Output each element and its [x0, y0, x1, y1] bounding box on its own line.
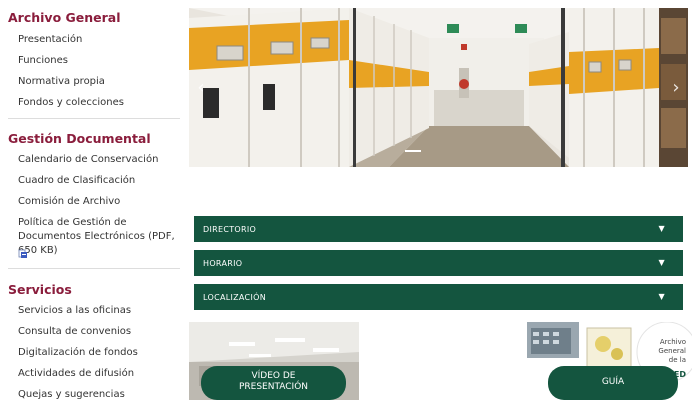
hero-carousel[interactable]: ‹ › — [189, 8, 688, 167]
sidebar-item-presentacion[interactable]: Presentación — [18, 33, 82, 47]
guide-button-label: GUÍA — [601, 376, 625, 387]
accordion-label: HORARIO — [203, 259, 243, 268]
section-title-gestion-documental[interactable]: Gestión Documental — [8, 131, 151, 146]
archive-logo-text: Archivo General de la — [658, 338, 686, 365]
caret-down-icon: ▼ — [658, 292, 665, 301]
section-title-servicios[interactable]: Servicios — [8, 282, 72, 297]
sidebar-item-actividades-difusion[interactable]: Actividades de difusión — [18, 367, 134, 381]
sidebar-item-politica-gestion-documentos[interactable]: Política de Gestión de Documentos Electr… — [18, 216, 178, 258]
pdf-file-icon[interactable] — [18, 249, 28, 259]
sidebar-item-fondos-colecciones[interactable]: Fondos y colecciones — [18, 96, 124, 110]
sidebar-item-servicios-oficinas[interactable]: Servicios a las oficinas — [18, 304, 131, 318]
video-presentation-button[interactable]: VÍDEO DE PRESENTACIÓN — [201, 366, 346, 400]
sidebar-item-cuadro-clasificacion[interactable]: Cuadro de Clasificación — [18, 174, 135, 188]
logo-line: Archivo — [659, 338, 686, 346]
carousel-prev-arrow[interactable]: ‹ — [193, 78, 209, 98]
accordion-directorio[interactable]: DIRECTORIO ▼ — [194, 216, 683, 242]
sidebar-divider — [8, 118, 180, 119]
sidebar-item-consulta-convenios[interactable]: Consulta de convenios — [18, 325, 131, 339]
caret-down-icon: ▼ — [658, 258, 665, 267]
carousel-next-arrow[interactable]: › — [668, 78, 684, 98]
logo-line: General — [658, 347, 686, 355]
caret-down-icon: ▼ — [658, 224, 665, 233]
video-button-label-line1: VÍDEO DE — [251, 371, 296, 381]
sidebar-item-normativa-propia[interactable]: Normativa propia — [18, 75, 105, 89]
sidebar: Archivo General Presentación Funciones N… — [0, 0, 182, 400]
archive-shelves-photo — [189, 8, 688, 167]
accordion-label: LOCALIZACIÓN — [203, 293, 266, 302]
accordion-horario[interactable]: HORARIO ▼ — [194, 250, 683, 276]
carousel-indicator[interactable] — [405, 150, 421, 152]
sidebar-item-digitalizacion-fondos[interactable]: Digitalización de fondos — [18, 346, 138, 360]
accordion-label: DIRECTORIO — [203, 225, 257, 234]
sidebar-divider — [8, 268, 180, 269]
sidebar-item-calendario-conservacion[interactable]: Calendario de Conservación — [18, 153, 158, 167]
sidebar-item-funciones[interactable]: Funciones — [18, 54, 68, 68]
section-title-archivo-general[interactable]: Archivo General — [8, 10, 121, 25]
sidebar-item-comision-archivo[interactable]: Comisión de Archivo — [18, 195, 120, 209]
guide-button[interactable]: GUÍA — [548, 366, 678, 400]
sidebar-item-quejas-sugerencias[interactable]: Quejas y sugerencias — [18, 388, 125, 400]
accordion-localizacion[interactable]: LOCALIZACIÓN ▼ — [194, 284, 683, 310]
video-button-label-line2: PRESENTACIÓN — [238, 382, 309, 392]
logo-line: de la — [668, 356, 686, 364]
